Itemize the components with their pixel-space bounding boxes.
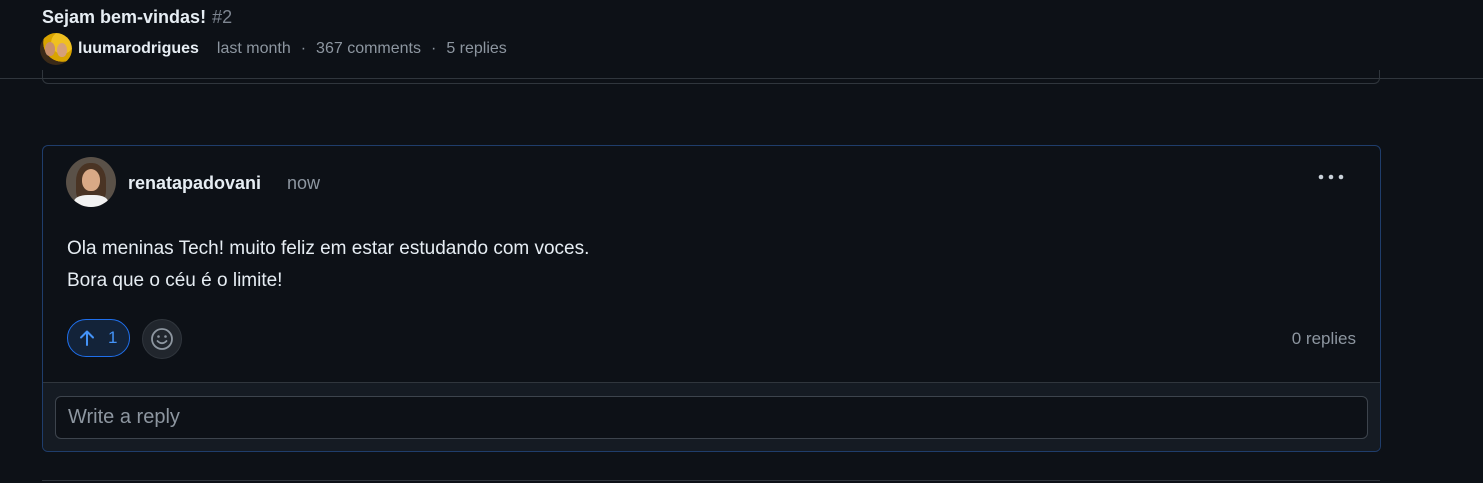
discussion-title-text[interactable]: Sejam bem-vindas! [42,7,206,27]
comments-count: 367 comments [316,40,421,57]
comment-body: Ola meninas Tech! muito feliz em estar e… [67,233,589,297]
discussion-number: #2 [212,7,233,27]
kebab-horizontal-icon [1318,174,1344,180]
comment-body-line: Bora que o céu é o limite! [67,270,283,291]
discussion-sticky-header: Sejam bem-vindas! #2 luumarodrigues last … [0,0,1483,79]
meta-separator: · [300,40,307,57]
discussion-time: last month [216,40,291,57]
smiley-icon [151,328,173,350]
comment-time[interactable]: now [287,173,320,194]
commenter-avatar[interactable] [66,157,116,207]
comment-body-line: Ola meninas Tech! muito feliz em estar e… [67,238,590,259]
upvote-count: 1 [108,328,118,347]
discussion-author[interactable]: luumarodrigues [78,40,199,58]
add-reaction-button[interactable] [142,319,182,359]
discussion-title[interactable]: Sejam bem-vindas! #2 [42,7,232,28]
arrow-up-icon [80,330,94,346]
discussion-replies-count: 5 replies [446,40,507,57]
comment-card: renatapadovani now Ola meninas Tech! mui… [42,145,1381,452]
replies-count: 0 replies [1291,329,1356,348]
meta-separator: · [430,40,437,57]
more-options-button[interactable] [1316,166,1346,188]
author-avatar[interactable] [40,33,72,65]
reply-input[interactable] [55,396,1368,439]
upvote-button[interactable]: 1 [67,319,130,357]
comment-author[interactable]: renatapadovani [128,173,261,194]
reply-footer [43,382,1380,451]
next-card-edge [42,480,1380,481]
discussion-meta: luumarodrigues last month · 367 comments… [40,33,507,65]
previous-comment-edge [42,70,1380,84]
